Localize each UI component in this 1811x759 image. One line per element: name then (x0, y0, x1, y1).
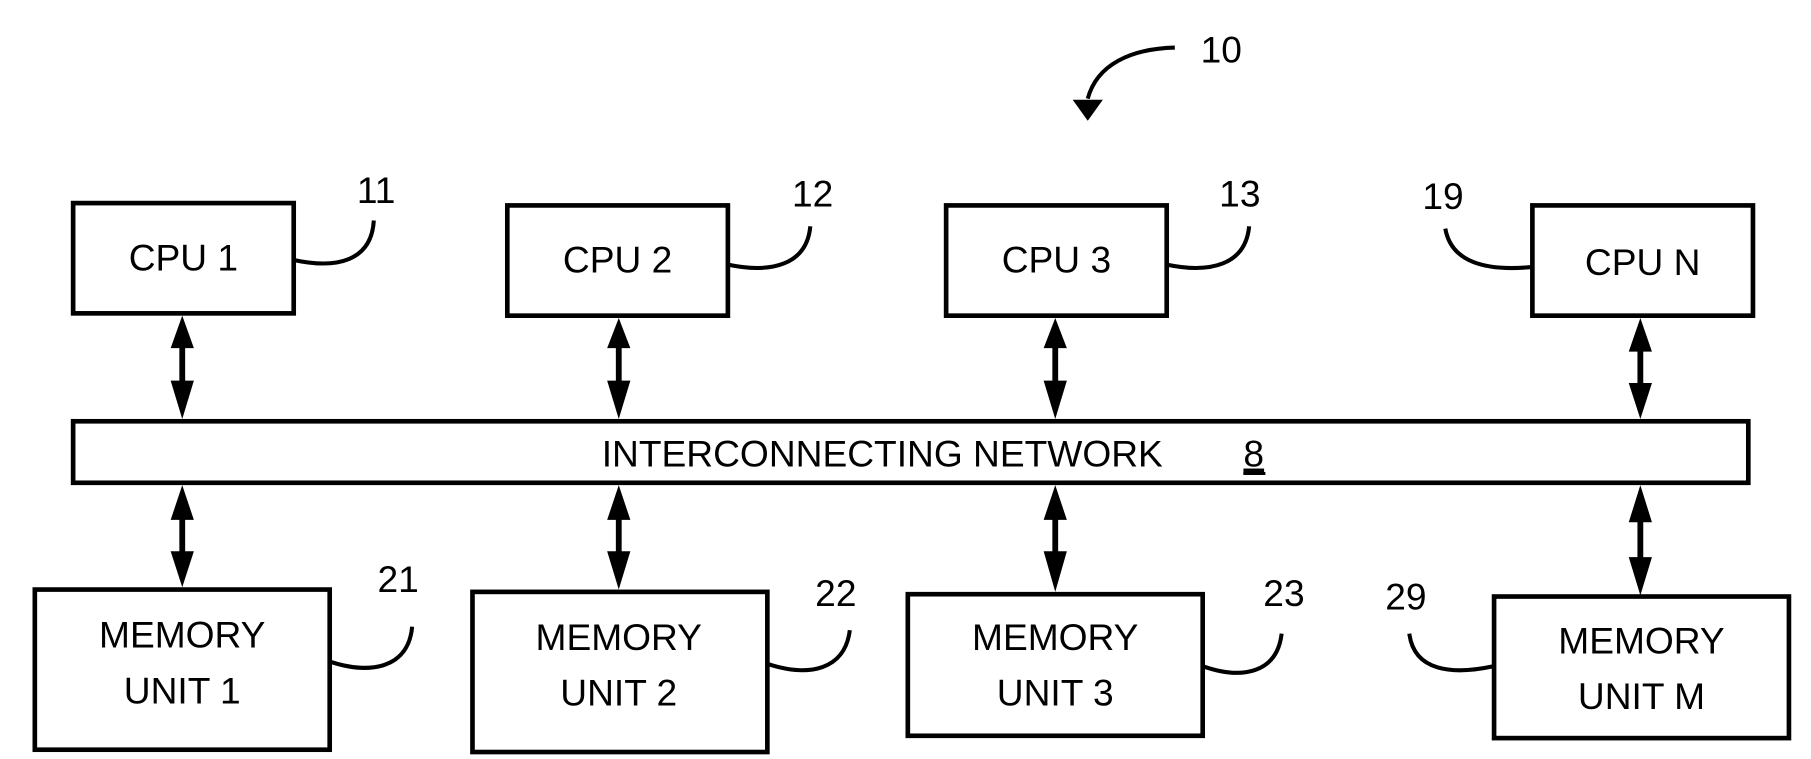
cpu-label: CPU N (1585, 241, 1701, 283)
bidirectional-arrow (607, 317, 631, 419)
network-ref: 8 (1243, 433, 1264, 475)
memory-ref: 23 (1263, 572, 1304, 614)
interconnecting-network: INTERCONNECTING NETWORK 8 (70, 418, 1751, 486)
cpu-leader-line (1443, 228, 1533, 271)
bidirectional-arrow (170, 485, 194, 588)
memory-unit-1: MEMORY UNIT 1 21 (32, 558, 419, 753)
cpu-3: CPU 3 13 (943, 173, 1260, 318)
figure-ref-10: 10 (1072, 29, 1242, 121)
memory-unit-m: MEMORY UNIT M 29 (1385, 575, 1792, 741)
cpu-ref: 12 (792, 173, 833, 215)
bidirectional-arrow (170, 315, 194, 419)
memory-label-line1: MEMORY (1558, 619, 1724, 661)
cpu-label: CPU 2 (563, 239, 672, 281)
memory-leader-line (766, 629, 852, 673)
bidirectional-arrow (1043, 485, 1067, 592)
cpu-ref: 19 (1422, 175, 1463, 217)
cpu-ref: 13 (1219, 173, 1260, 215)
cpu-2: CPU 2 12 (504, 173, 833, 318)
cpu-1: CPU 1 11 (70, 169, 396, 316)
cpu-leader-line (727, 226, 813, 270)
bidirectional-arrow (1628, 317, 1652, 419)
bidirectional-arrow (1043, 317, 1067, 419)
memory-ref: 22 (815, 572, 856, 614)
cpu-label: CPU 3 (1002, 239, 1111, 281)
figure-ref-arrowhead (1072, 99, 1103, 121)
bidirectional-arrow (1628, 485, 1652, 596)
memory-leader-line (1202, 633, 1284, 675)
memory-ref: 29 (1385, 575, 1426, 617)
cpu-n: CPU N 19 (1422, 175, 1756, 318)
cpu-leader-line (293, 220, 376, 266)
memory-label-line2: UNIT M (1578, 675, 1705, 717)
memory-ref: 21 (378, 558, 419, 600)
memory-label-line2: UNIT 1 (124, 669, 241, 711)
cpu-label: CPU 1 (129, 236, 238, 278)
cpu-ref: 11 (357, 169, 396, 211)
figure-ref-label: 10 (1201, 29, 1242, 71)
memory-label-line2: UNIT 2 (560, 672, 677, 714)
figure-ref-arrow (1085, 45, 1175, 100)
memory-unit-3: MEMORY UNIT 3 23 (905, 572, 1305, 739)
memory-label-line1: MEMORY (972, 616, 1138, 658)
memory-label-line1: MEMORY (536, 616, 702, 658)
memory-leader-line (1407, 633, 1495, 673)
cpu-network-arrows (170, 315, 1652, 419)
bidirectional-arrow (607, 485, 631, 590)
memory-label-line1: MEMORY (99, 614, 265, 656)
memory-label-line2: UNIT 3 (997, 672, 1114, 714)
network-label: INTERCONNECTING NETWORK (602, 433, 1163, 475)
multiprocessor-diagram: 10 CPU 1 11 CPU 2 12 CPU 3 13 CPU N 19 I… (32, 29, 1792, 755)
cpu-leader-line (1166, 226, 1252, 270)
memory-unit-2: MEMORY UNIT 2 22 (470, 572, 856, 755)
memory-leader-line (329, 626, 415, 670)
